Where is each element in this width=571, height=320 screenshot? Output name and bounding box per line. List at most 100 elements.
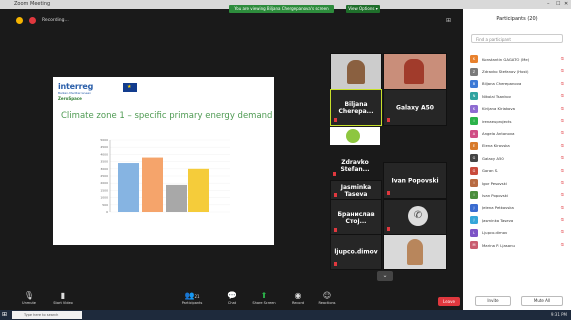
mic-muted-icon[interactable]: ⦸ — [561, 93, 564, 99]
participant-search-input[interactable]: Find a participant — [471, 34, 563, 43]
participants-button[interactable]: 👥21 Participants — [177, 291, 207, 305]
video-off-icon: ▮ — [60, 291, 66, 300]
mic-muted-icon[interactable]: ⦸ — [561, 192, 564, 198]
taskbar-clock: 9:31 PM — [550, 312, 567, 317]
y-tick-label: 1500 — [100, 188, 108, 192]
people-icon: 👥21 — [184, 291, 200, 300]
participant-row[interactable]: B Biljana Cherepanova ⦸ — [470, 78, 568, 90]
mic-muted-icon[interactable]: ⦸ — [561, 143, 564, 149]
windows-start-icon[interactable]: ⊞ — [2, 311, 7, 318]
gallery-view-icon[interactable]: ⊞ — [446, 17, 451, 24]
participant-photo — [347, 60, 365, 84]
bar — [188, 168, 209, 212]
video-tile-4[interactable]: Jasminka Taseva — [330, 180, 382, 201]
mic-muted-icon[interactable]: ⦸ — [561, 217, 564, 223]
participant-row[interactable]: K Kirijana Kiriakova ⦸ — [470, 103, 568, 115]
tile-name: Biljana Cherepa... — [338, 100, 374, 115]
mic-muted-icon[interactable]: ⦸ — [561, 68, 564, 74]
avatar: G — [470, 154, 478, 163]
participant-row[interactable]: K Konstantin GAGATO (Me) ⦸ — [470, 53, 568, 65]
participant-row[interactable]: Z Zdravko Stefanov (Host) ⦸ — [470, 65, 568, 77]
mic-muted-icon[interactable]: ⦸ — [561, 118, 564, 124]
y-tick-label: 2500 — [100, 174, 108, 178]
avatar: N — [470, 92, 478, 101]
mic-muted-icon[interactable]: ⦸ — [561, 106, 564, 112]
mic-muted-icon[interactable]: ⦸ — [561, 155, 564, 161]
y-tick-label: 3500 — [100, 160, 108, 164]
y-tick-label: 4000 — [100, 152, 108, 156]
slide-title: Climate zone 1 – specific primary energy… — [61, 111, 273, 121]
participant-row[interactable]: I Ivan Popovski ⦸ — [470, 189, 568, 201]
share-screen-button[interactable]: ⬆ Share Screen — [249, 291, 279, 305]
avatar: E — [470, 141, 478, 150]
participant-name: Ivan Popovski — [482, 192, 508, 198]
view-options-button[interactable]: View Options ▾ — [346, 5, 380, 13]
video-tile-1[interactable]: Biljana Cherepa... — [330, 89, 382, 126]
participants-panel: Participants (20) Find a participant K Ko… — [463, 9, 571, 310]
minimize-icon[interactable]: – — [547, 1, 550, 7]
recording-label: Recording... — [42, 18, 69, 23]
video-tile-7[interactable]: ljupco.dimov — [330, 234, 382, 270]
participant-row[interactable]: M Marina P. Ljasanu ⦸ — [470, 239, 568, 251]
participant-name: Ljupco.dimov — [482, 230, 508, 236]
mic-muted-icon[interactable]: ⦸ — [561, 242, 564, 248]
mic-muted-icon[interactable]: ⦸ — [561, 81, 564, 87]
y-tick-label: 5000 — [100, 138, 108, 142]
video-tile-phone[interactable]: ✆ — [383, 199, 447, 235]
avatar: B — [470, 79, 478, 88]
y-tick-label: 4500 — [100, 145, 108, 149]
taskbar-search-input[interactable]: Type here to search — [12, 311, 82, 319]
tile-name: Galaxy A50 — [396, 104, 434, 111]
mic-muted-icon: 🎙 — [23, 291, 35, 300]
participant-name: Marina P. Ljasanu — [482, 242, 515, 248]
sun-icon — [346, 129, 360, 143]
participant-row[interactable]: A Angela Antonova ⦸ — [470, 127, 568, 139]
video-tile-2[interactable]: Galaxy A50 — [383, 89, 447, 126]
participant-row[interactable]: J Jasminka Taseva ⦸ — [470, 214, 568, 226]
mute-all-button[interactable]: Mute All — [521, 296, 563, 306]
avatar: M — [470, 241, 478, 250]
leave-button[interactable]: Leave — [438, 297, 460, 306]
reactions-button[interactable]: ☺ Reactions — [312, 291, 342, 305]
chat-button[interactable]: 💬 Chat — [217, 291, 247, 305]
scroll-down-button[interactable]: ⌄ — [377, 271, 393, 281]
avatar: K — [470, 55, 478, 64]
invite-button[interactable]: Invite — [475, 296, 511, 306]
participant-row[interactable]: I Igor Pesovski ⦸ — [470, 177, 568, 189]
video-tile-woman-3[interactable] — [383, 234, 447, 270]
mic-muted-icon[interactable]: ⦸ — [561, 56, 564, 62]
participants-list: K Konstantin GAGATO (Me) ⦸ Z Zdravko Stefano… — [470, 53, 568, 251]
top-left-indicators: Recording... — [16, 17, 69, 24]
share-screen-icon: ⬆ — [260, 291, 268, 300]
mic-muted-icon[interactable]: ⦸ — [561, 130, 564, 136]
mic-muted-icon[interactable]: ⦸ — [561, 180, 564, 186]
participant-row[interactable]: L Ljupco.dimov ⦸ — [470, 226, 568, 238]
shield-icon[interactable] — [16, 17, 23, 24]
participant-row[interactable]: J Jelena Petkovska ⦸ — [470, 202, 568, 214]
mic-muted-icon — [387, 227, 390, 231]
participant-row[interactable]: N Nikolai Tsankov ⦸ — [470, 90, 568, 102]
y-tick-label: 3000 — [100, 167, 108, 171]
mic-muted-icon — [334, 262, 337, 266]
start-video-button[interactable]: ▮ Start Video — [48, 291, 78, 305]
video-tile-woman-1[interactable] — [330, 53, 382, 90]
mic-muted-icon — [334, 228, 337, 232]
video-tile-5[interactable]: Ivan Popovski — [383, 162, 447, 199]
participant-row[interactable]: Iirenaeuprojects ⦸ — [470, 115, 568, 127]
maximize-icon[interactable]: ☐ — [556, 1, 560, 7]
mic-muted-icon[interactable]: ⦸ — [561, 168, 564, 174]
close-icon[interactable]: ✕ — [564, 1, 568, 7]
chat-label: Chat — [227, 301, 237, 305]
slide-logo-sub: Balkan-Mediterranean — [58, 91, 92, 95]
participant-row[interactable]: E Elena Kirovska ⦸ — [470, 140, 568, 152]
unmute-button[interactable]: 🎙 Unmute — [14, 291, 44, 305]
meeting-toolbar: 🎙 Unmute ▮ Start Video 👥21 Participants 💬 Ch… — [0, 288, 463, 310]
video-tile-6[interactable]: Бранислав Стој... — [330, 199, 382, 236]
participant-row[interactable]: G Galaxy A50 ⦸ — [470, 152, 568, 164]
mic-muted-icon[interactable]: ⦸ — [561, 205, 564, 211]
mic-muted-icon[interactable]: ⦸ — [561, 229, 564, 235]
participant-row[interactable]: G Goran S. ⦸ — [470, 165, 568, 177]
video-tile-woman-2[interactable] — [383, 53, 447, 90]
record-button[interactable]: ◉ Record — [283, 291, 313, 305]
record-icon: ◉ — [294, 291, 302, 300]
